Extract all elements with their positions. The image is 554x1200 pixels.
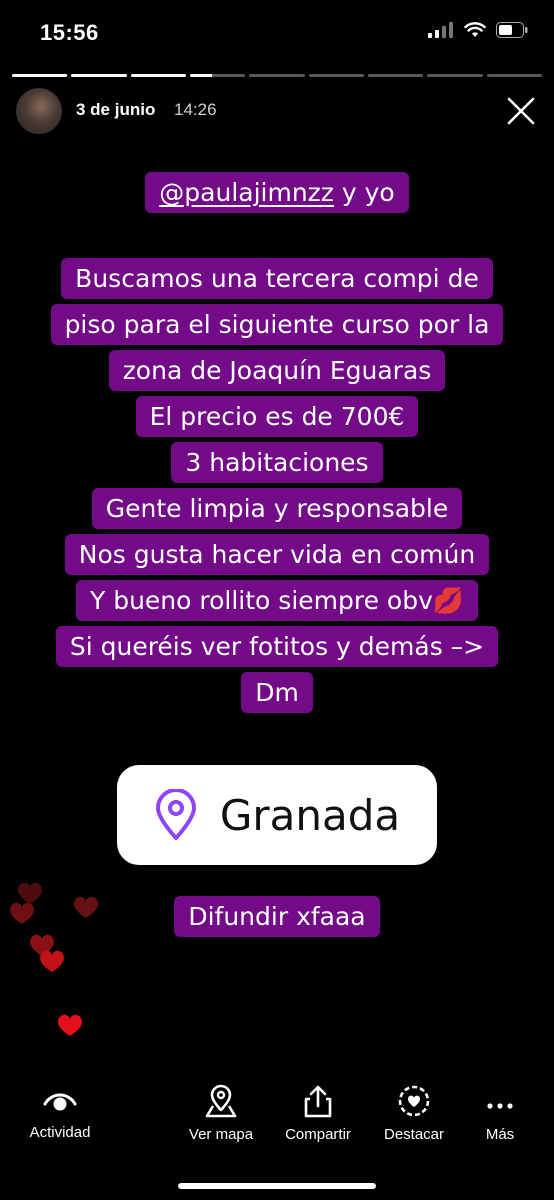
view-map-button[interactable]: Ver mapa <box>166 1080 276 1143</box>
heart-icon <box>10 902 34 924</box>
progress-segment <box>427 74 483 77</box>
status-icons <box>428 22 528 38</box>
progress-segment <box>367 74 424 77</box>
heart-icon <box>58 1014 82 1036</box>
mention-link[interactable]: @paulajimnzz <box>159 178 334 207</box>
highlight-heart-icon <box>398 1085 430 1117</box>
wifi-icon <box>464 22 486 37</box>
more-icon <box>487 1103 513 1109</box>
battery-icon <box>496 22 528 38</box>
location-label: Granada <box>219 790 401 840</box>
mention-suffix: y yo <box>333 178 395 207</box>
activity-button[interactable]: Actividad <box>5 1080 115 1141</box>
story-line: El precio es de 700€ <box>135 396 419 437</box>
cellular-signal-icon <box>428 22 453 38</box>
story-time: 14:26 <box>174 100 217 119</box>
location-pin-icon <box>155 789 196 840</box>
close-icon[interactable] <box>504 94 538 128</box>
progress-segment <box>249 74 305 77</box>
more-button[interactable]: Más <box>445 1080 554 1143</box>
progress-segment <box>486 74 542 77</box>
closing-text: Difundir xfaaa <box>174 896 380 937</box>
share-icon <box>304 1085 332 1118</box>
activity-label: Actividad <box>29 1124 91 1141</box>
heart-icon <box>74 896 98 918</box>
location-sticker[interactable]: Granada <box>117 765 437 865</box>
story-line: Dm <box>241 672 313 713</box>
story-line: 3 habitaciones <box>171 442 383 483</box>
home-indicator <box>178 1183 376 1189</box>
floating-hearts <box>10 882 98 1036</box>
more-label: Más <box>485 1126 515 1143</box>
story-line: zona de Joaquín Eguaras <box>108 350 446 391</box>
progress-segment <box>308 74 364 77</box>
eye-icon <box>43 1093 77 1111</box>
share-label: Compartir <box>285 1126 351 1143</box>
heart-icon <box>40 950 64 972</box>
share-button[interactable]: Compartir <box>263 1080 373 1143</box>
story-line: Gente limpia y responsable <box>91 488 463 529</box>
heart-icon <box>18 882 42 904</box>
story-action-bar: Actividad Ver mapa Compartir Destacar Má… <box>0 1080 554 1170</box>
view-map-label: Ver mapa <box>188 1126 254 1143</box>
progress-segment <box>189 74 246 77</box>
map-pin-icon <box>205 1084 237 1118</box>
